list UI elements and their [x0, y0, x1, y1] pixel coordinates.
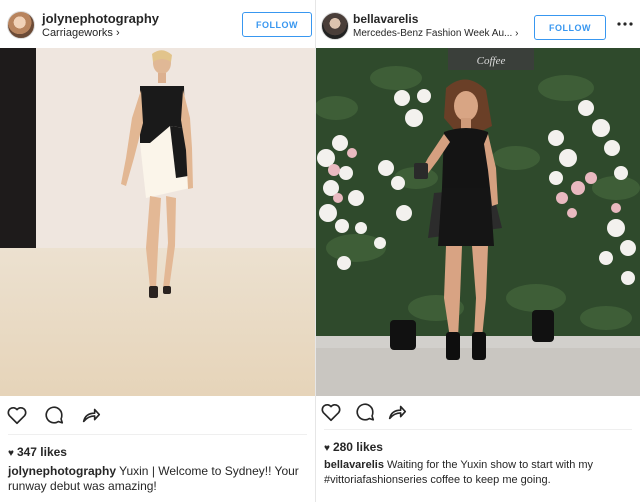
chevron-right-icon: ›	[515, 28, 519, 39]
heart-icon: ♥	[8, 448, 14, 459]
heart-icon[interactable]	[320, 401, 342, 423]
post-header: bellavarelis Mercedes-Benz Fashion Week …	[316, 0, 640, 48]
follow-button[interactable]: FOLLOW	[242, 12, 312, 37]
comment-icon[interactable]	[354, 401, 376, 423]
chevron-right-icon: ›	[115, 27, 120, 39]
location-link[interactable]: Mercedes-Benz Fashion Week Au... ›	[353, 28, 518, 39]
post-actions	[0, 404, 315, 430]
avatar[interactable]	[321, 12, 349, 40]
username[interactable]: bellavarelis	[353, 12, 418, 26]
post-jolynephotography: jolynephotography Carriageworks › FOLLOW	[0, 0, 316, 502]
caption: bellavarelis Waiting for the Yuxin show …	[324, 458, 636, 488]
heart-icon[interactable]	[6, 404, 28, 426]
photo-sign-text: Coffee	[477, 55, 506, 67]
runway-photo	[0, 48, 315, 396]
post-photo[interactable]	[0, 48, 315, 396]
caption-username[interactable]: jolynephotography	[8, 464, 116, 478]
like-count[interactable]: ♥ 347 likes	[8, 445, 67, 459]
caption-username[interactable]: bellavarelis	[324, 459, 384, 471]
heart-icon: ♥	[324, 443, 330, 454]
username[interactable]: jolynephotography	[42, 11, 159, 26]
share-icon[interactable]	[80, 404, 102, 426]
divider	[8, 434, 307, 435]
like-count[interactable]: ♥ 280 likes	[324, 440, 383, 454]
more-icon[interactable]	[616, 18, 634, 30]
post-header: jolynephotography Carriageworks › FOLLOW	[0, 0, 315, 48]
divider	[324, 429, 632, 430]
post-photo[interactable]: Coffee	[316, 48, 640, 396]
post-actions	[316, 401, 640, 430]
location-label: Mercedes-Benz Fashion Week Au...	[353, 28, 513, 39]
post-bellavarelis: bellavarelis Mercedes-Benz Fashion Week …	[316, 0, 640, 502]
likes-label: 280 likes	[332, 440, 383, 454]
location-label: Carriageworks	[42, 27, 113, 39]
comment-icon[interactable]	[43, 404, 65, 426]
avatar[interactable]	[7, 11, 35, 39]
likes-label: 347 likes	[16, 445, 67, 459]
caption: jolynephotography Yuxin | Welcome to Syd…	[8, 464, 313, 494]
follow-button[interactable]: FOLLOW	[534, 15, 606, 40]
share-icon[interactable]	[386, 401, 408, 423]
location-link[interactable]: Carriageworks ›	[42, 27, 120, 39]
flower-wall-photo: Coffee	[316, 48, 640, 396]
